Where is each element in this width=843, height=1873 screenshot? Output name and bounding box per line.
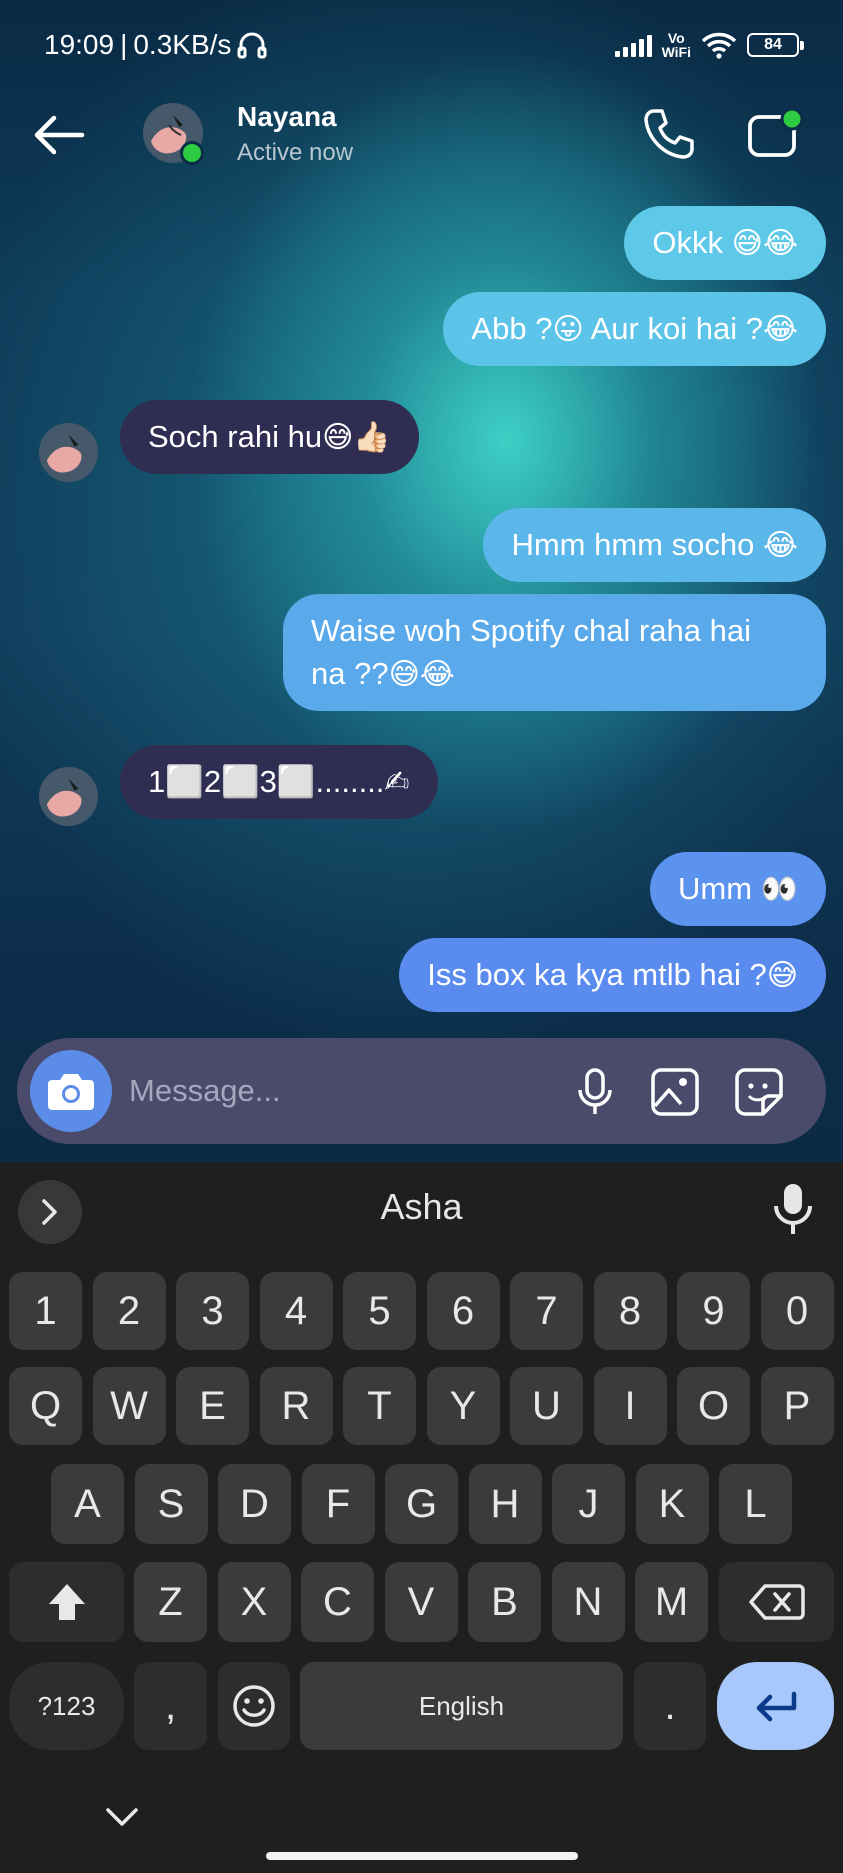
key-p[interactable]: P xyxy=(760,1367,834,1445)
key-i[interactable]: I xyxy=(593,1367,667,1445)
key-u[interactable]: U xyxy=(510,1367,583,1445)
key-d[interactable]: D xyxy=(218,1464,291,1544)
home-indicator[interactable] xyxy=(266,1852,578,1860)
network-speed: 0.3KB/s xyxy=(133,29,232,60)
key-9[interactable]: 9 xyxy=(677,1272,750,1350)
phone-icon[interactable] xyxy=(642,107,696,161)
microphone-icon[interactable] xyxy=(569,1066,621,1118)
message-bubble-outgoing[interactable]: Waise woh Spotify chal raha hai na ??😅😂 xyxy=(283,594,826,711)
status-separator: | xyxy=(120,29,128,60)
key-j[interactable]: J xyxy=(552,1464,625,1544)
contact-name[interactable]: Nayana xyxy=(237,101,337,133)
key-h[interactable]: H xyxy=(468,1464,542,1544)
message-bubble-outgoing[interactable]: Okkk 😅😂 xyxy=(624,206,826,280)
message-bubble-outgoing[interactable]: Umm 👀 xyxy=(649,852,826,926)
key-4[interactable]: 4 xyxy=(259,1272,333,1350)
status-bar: 19:09 | 0.3KB/s Vo WiFi 84 xyxy=(0,0,843,90)
wifi-icon xyxy=(701,32,737,59)
emoji-icon xyxy=(233,1685,275,1727)
comma-key[interactable]: , xyxy=(134,1662,207,1750)
clock: 19:09 xyxy=(44,29,115,60)
key-c[interactable]: C xyxy=(301,1562,374,1642)
key-g[interactable]: G xyxy=(385,1464,458,1544)
message-input[interactable] xyxy=(129,1064,559,1118)
headphones-icon xyxy=(237,32,267,59)
key-8[interactable]: 8 xyxy=(593,1272,667,1350)
key-0[interactable]: 0 xyxy=(760,1272,834,1350)
backspace-icon xyxy=(748,1584,805,1620)
message-bubble-incoming[interactable]: 1⬜2⬜3⬜........✍ xyxy=(120,745,438,819)
key-z[interactable]: Z xyxy=(134,1562,207,1642)
online-indicator xyxy=(180,141,204,165)
signal-icon xyxy=(614,33,652,57)
keyboard-suggestion-bar: Asha xyxy=(0,1162,843,1256)
chat-header: Nayana Active now xyxy=(0,95,843,173)
avatar[interactable] xyxy=(39,423,98,482)
key-k[interactable]: K xyxy=(635,1464,709,1544)
keyboard: Asha 1234567890 QWERTYUIOP ASDFGHJKL ZXC… xyxy=(0,1162,843,1873)
enter-key[interactable] xyxy=(717,1662,834,1750)
key-m[interactable]: M xyxy=(635,1562,708,1642)
key-o[interactable]: O xyxy=(677,1367,750,1445)
word-suggestion[interactable]: Asha xyxy=(0,1186,843,1228)
enter-icon xyxy=(756,1691,796,1722)
key-n[interactable]: N xyxy=(551,1562,625,1642)
message-bubble-incoming[interactable]: Soch rahi hu😅👍🏻 xyxy=(120,400,419,474)
chevron-down-icon[interactable] xyxy=(100,1800,144,1836)
sticker-icon[interactable] xyxy=(733,1066,785,1118)
key-1[interactable]: 1 xyxy=(9,1272,82,1350)
key-3[interactable]: 3 xyxy=(176,1272,249,1350)
key-v[interactable]: V xyxy=(384,1562,458,1642)
image-icon[interactable] xyxy=(649,1066,701,1118)
backspace-key[interactable] xyxy=(719,1562,834,1642)
shift-icon xyxy=(48,1584,85,1620)
symbols-key[interactable]: ?123 xyxy=(9,1662,124,1750)
arrow-left-icon[interactable] xyxy=(32,113,86,157)
key-a[interactable]: A xyxy=(51,1464,124,1544)
avatar[interactable] xyxy=(39,767,98,826)
message-bubble-outgoing[interactable]: Abb ?😛 Aur koi hai ?😂 xyxy=(443,292,826,366)
key-t[interactable]: T xyxy=(343,1367,416,1445)
video-camera-icon[interactable] xyxy=(746,107,806,161)
contact-status: Active now xyxy=(237,139,354,166)
emoji-key[interactable] xyxy=(218,1662,290,1750)
message-bubble-outgoing[interactable]: Iss box ka kya mtlb hai ?😅 xyxy=(399,938,826,1012)
period-key[interactable]: . xyxy=(634,1662,706,1750)
key-s[interactable]: S xyxy=(134,1464,208,1544)
camera-icon xyxy=(48,1074,94,1110)
key-w[interactable]: W xyxy=(92,1367,166,1445)
battery-icon: 84 xyxy=(747,33,804,57)
message-composer xyxy=(17,1038,826,1144)
key-7[interactable]: 7 xyxy=(510,1272,583,1350)
status-left: 19:09 | 0.3KB/s xyxy=(44,29,267,61)
key-y[interactable]: Y xyxy=(426,1367,500,1445)
key-l[interactable]: L xyxy=(719,1464,792,1544)
key-2[interactable]: 2 xyxy=(92,1272,166,1350)
battery-level: 84 xyxy=(764,36,782,53)
key-5[interactable]: 5 xyxy=(343,1272,416,1350)
vowifi-indicator: Vo WiFi xyxy=(661,30,691,60)
key-x[interactable]: X xyxy=(217,1562,291,1642)
key-e[interactable]: E xyxy=(176,1367,249,1445)
key-q[interactable]: Q xyxy=(9,1367,82,1445)
shift-key[interactable] xyxy=(9,1562,124,1642)
key-r[interactable]: R xyxy=(259,1367,333,1445)
key-6[interactable]: 6 xyxy=(426,1272,500,1350)
microphone-icon[interactable] xyxy=(766,1180,820,1240)
message-bubble-outgoing[interactable]: Hmm hmm socho 😂 xyxy=(483,508,826,582)
status-right: Vo WiFi 84 xyxy=(614,30,804,60)
key-b[interactable]: B xyxy=(468,1562,541,1642)
camera-button[interactable] xyxy=(30,1050,112,1132)
space-key[interactable]: English xyxy=(300,1662,623,1750)
key-f[interactable]: F xyxy=(301,1464,375,1544)
